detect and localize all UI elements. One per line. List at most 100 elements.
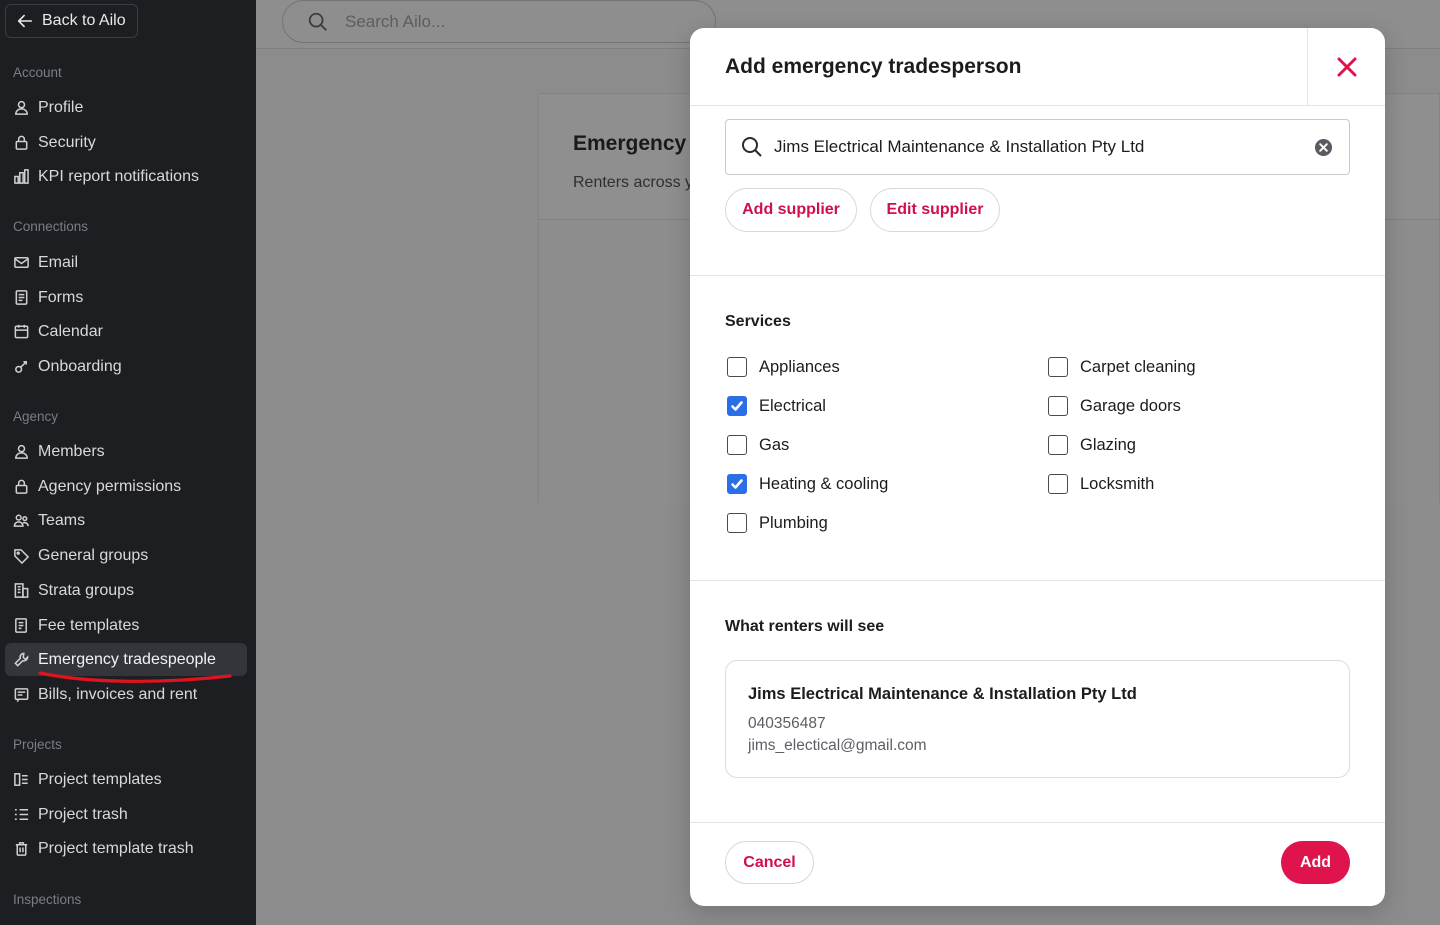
renter-preview-card: Jims Electrical Maintenance & Installati… [725,660,1350,778]
sidebar-item-agency-permissions[interactable]: Agency permissions [5,470,247,503]
checkbox[interactable] [1048,435,1068,455]
divider [690,580,1385,581]
sidebar-item-project-trash[interactable]: Project trash [5,798,247,831]
checkbox[interactable] [727,357,747,377]
onboarding-icon [15,361,27,373]
service-checkbox-locksmith[interactable]: Locksmith [1048,474,1154,494]
sidebar-item-calendar[interactable]: Calendar [5,315,247,348]
service-checkbox-heating-cooling[interactable]: Heating & cooling [727,474,888,494]
card-subtitle: Renters across y [573,174,694,191]
checkbox-label: Plumbing [759,513,828,532]
global-search-input[interactable]: Search Ailo... [282,0,716,43]
sidebar-item-onboarding[interactable]: Onboarding [5,350,247,383]
back-label: Back to Ailo [42,12,126,29]
sidebar-item-label: Security [38,133,96,151]
close-button[interactable] [1307,28,1385,106]
checkbox-label: Carpet cleaning [1080,357,1196,376]
red-underline-annotation [38,671,232,683]
checkbox[interactable] [727,474,747,494]
checkbox[interactable] [727,396,747,416]
sidebar-item-label: Forms [38,288,84,306]
sidebar-item-strata-groups[interactable]: Strata groups [5,574,247,607]
sidebar-item-label: KPI report notifications [38,167,199,185]
section-title-inspections: Inspections [13,892,82,907]
checkbox[interactable] [1048,474,1068,494]
service-checkbox-garage-doors[interactable]: Garage doors [1048,396,1181,416]
wrench-icon [14,652,29,667]
back-to-ailo-button[interactable]: Back to Ailo [5,4,138,38]
section-title-agency: Agency [13,409,59,424]
sidebar-item-label: Email [38,253,79,271]
cancel-button[interactable]: Cancel [725,841,814,884]
sidebar-item-label: Calendar [38,322,103,340]
sidebar-item-label: Strata groups [38,581,135,599]
sidebar-item-fee-templates[interactable]: Fee templates [5,609,247,642]
sidebar-item-label: Members [38,442,105,460]
sidebar: Back to Ailo Account Profile Security KP… [0,0,256,925]
service-checkbox-electrical[interactable]: Electrical [727,396,826,416]
edit-supplier-button[interactable]: Edit supplier [870,188,1000,232]
sidebar-item-label: Project templates [38,770,162,788]
mail-icon [14,257,29,268]
card-title: Emergency [573,132,687,155]
form-icon [15,290,28,305]
search-icon [308,12,327,31]
person-icon [15,100,28,115]
sidebar-item-project-template-trash[interactable]: Project template trash [5,832,247,865]
checkbox-label: Locksmith [1080,474,1155,493]
person-icon [15,444,28,459]
preview-supplier-name: Jims Electrical Maintenance & Installati… [748,685,1137,703]
checkbox-label: Gas [759,435,790,454]
checkbox-label: Heating & cooling [759,474,889,493]
section-title-connections: Connections [13,219,89,234]
add-emergency-tradesperson-modal: Add emergency tradesperson Jims Electric… [690,28,1385,906]
sidebar-item-label: Teams [38,511,86,529]
close-icon [1337,57,1356,77]
lock-icon [15,479,28,494]
preview-phone: 040356487 [748,715,826,732]
sidebar-item-teams[interactable]: Teams [5,504,247,537]
service-checkbox-glazing[interactable]: Glazing [1048,435,1136,455]
sidebar-item-forms[interactable]: Forms [5,281,247,314]
checkbox[interactable] [1048,357,1068,377]
sidebar-item-general-groups[interactable]: General groups [5,539,247,572]
service-checkbox-gas[interactable]: Gas [727,435,789,455]
checkbox-label: Electrical [759,396,826,415]
sidebar-item-email[interactable]: Email [5,246,247,279]
tag-icon [14,549,30,564]
sidebar-item-label: Profile [38,98,84,116]
add-button[interactable]: Add [1281,841,1350,884]
calendar-icon [14,324,29,339]
team-icon [13,514,29,527]
sidebar-item-label: Project template trash [38,839,194,857]
lock-icon [15,135,28,150]
sidebar-item-label: Bills, invoices and rent [38,685,198,703]
search-placeholder: Search Ailo... [345,11,446,31]
sidebar-item-project-templates[interactable]: Project templates [5,763,247,796]
supplier-value: Jims Electrical Maintenance & Installati… [774,137,1145,156]
clear-input-icon[interactable] [1314,138,1333,157]
modal-header: Add emergency tradesperson [690,28,1385,106]
modal-title: Add emergency tradesperson [725,55,1022,78]
sidebar-item-kpi-report-notifications[interactable]: KPI report notifications [5,160,247,193]
supplier-search-input[interactable]: Jims Electrical Maintenance & Installati… [725,119,1350,175]
sidebar-item-security[interactable]: Security [5,126,247,159]
sidebar-item-label: Agency permissions [38,477,182,495]
checkbox[interactable] [1048,396,1068,416]
services-label: Services [725,313,791,330]
checkbox[interactable] [727,513,747,533]
section-title-projects: Projects [13,737,62,752]
checkbox-label: Glazing [1080,435,1136,454]
checkmark-icon [731,479,743,489]
checkbox[interactable] [727,435,747,455]
sidebar-item-members[interactable]: Members [5,435,247,468]
add-supplier-button[interactable]: Add supplier [725,188,857,232]
sidebar-item-profile[interactable]: Profile [5,91,247,124]
divider [690,275,1385,276]
preview-email: jims_electical@gmail.com [748,737,927,754]
building-icon [14,583,29,598]
service-checkbox-appliances[interactable]: Appliances [727,357,840,377]
service-checkbox-plumbing[interactable]: Plumbing [727,513,828,533]
sidebar-item-label: Fee templates [38,616,140,634]
service-checkbox-carpet-cleaning[interactable]: Carpet cleaning [1048,357,1196,377]
